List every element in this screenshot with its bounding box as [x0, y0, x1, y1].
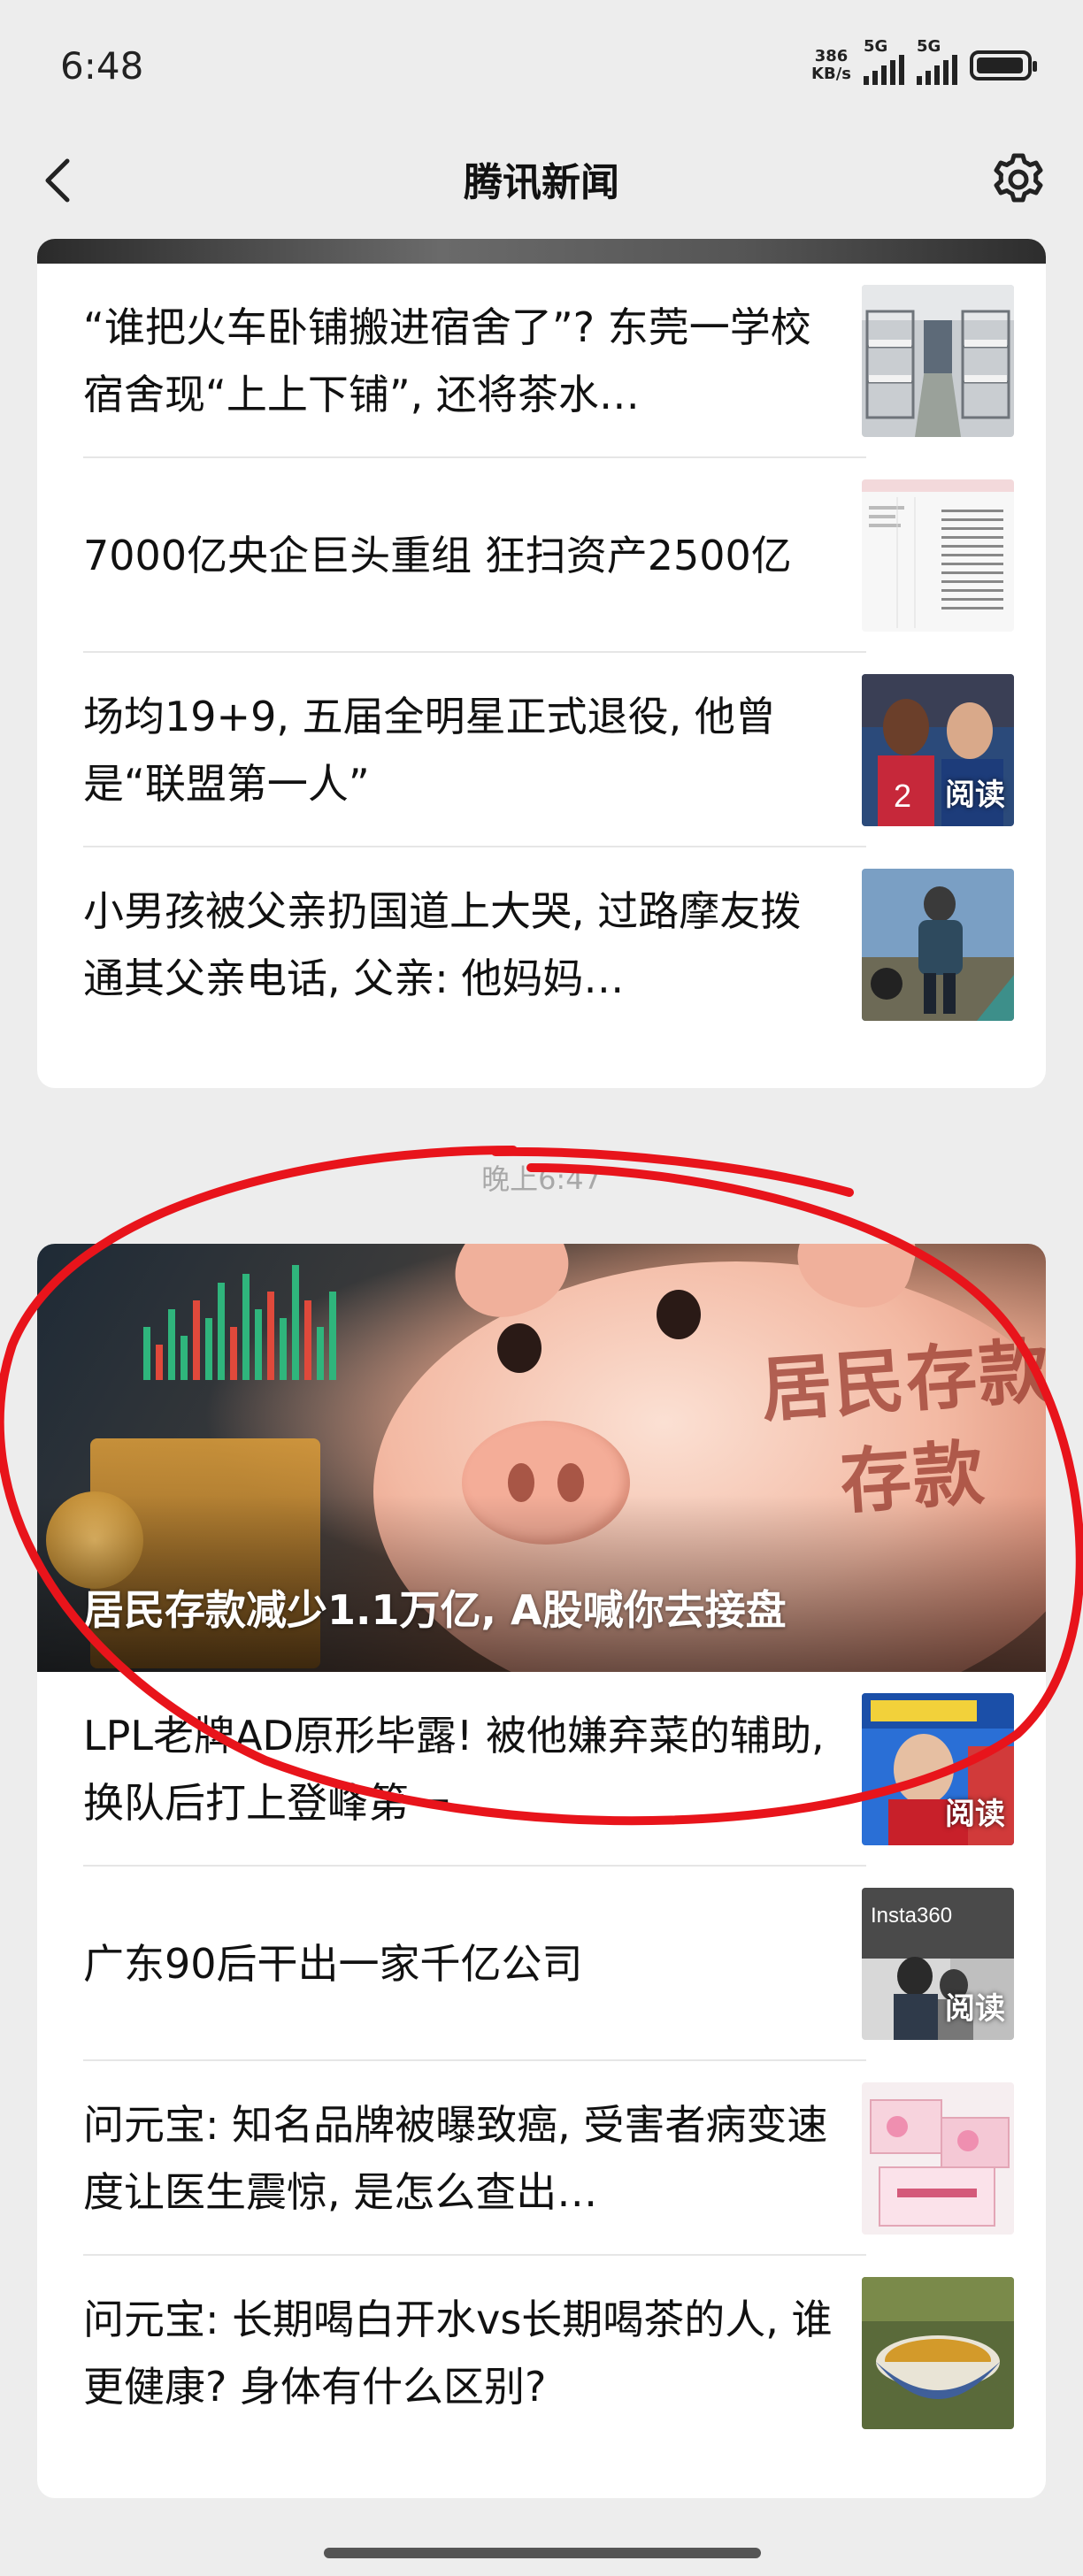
svg-text:2: 2	[894, 778, 911, 814]
pink-product-boxes-photo[interactable]	[862, 2082, 1014, 2235]
insta360-office-photo[interactable]: Insta360 阅读	[862, 1888, 1014, 2040]
tea-cup-photo[interactable]	[862, 2277, 1014, 2429]
news-title[interactable]: 问元宝: 知名品牌被曝致癌, 受害者病变速度让医生震惊, 是怎么查出…	[83, 2091, 835, 2226]
thumb-brand-text: Insta360	[871, 1904, 953, 1928]
page-title: 腾讯新闻	[464, 160, 619, 205]
financial-data-table-image[interactable]	[862, 479, 1014, 632]
signal-icon: 5G	[864, 37, 904, 85]
news-item[interactable]: “谁把火车卧铺搬进宿舍了”? 东莞一学校宿舍现“上上下铺”, 还将茶水…	[83, 264, 1046, 458]
roadside-boy-photo[interactable]	[862, 869, 1014, 1021]
news-item[interactable]: 广东90后干出一家千亿公司 Insta360 阅读	[83, 1867, 1046, 2061]
basketball-players-photo[interactable]: 2 阅读	[862, 674, 1014, 826]
status-icons: 386 KB/s 5G 5G	[811, 37, 1037, 85]
news-title[interactable]: 场均19+9, 五届全明星正式退役, 他曾是“联盟第一人”	[83, 683, 835, 817]
signal-icon: 5G	[917, 37, 957, 85]
news-title[interactable]: 小男孩被父亲扔国道上大哭, 过路摩友拨通其父亲电话, 父亲: 他妈妈…	[83, 878, 835, 1012]
previous-article-image[interactable]	[37, 239, 1046, 264]
news-item[interactable]: 7000亿央企巨头重组 狂扫资产2500亿	[83, 458, 1046, 653]
news-title[interactable]: 问元宝: 长期喝白开水vs长期喝茶的人, 谁更健康? 身体有什么区别?	[83, 2286, 835, 2420]
nav-bar: 腾讯新闻	[0, 133, 1083, 230]
net-speed-indicator: 386 KB/s	[811, 47, 851, 83]
news-item[interactable]: 问元宝: 知名品牌被曝致癌, 受害者病变速度让医生震惊, 是怎么查出…	[83, 2061, 1046, 2256]
battery-full-icon	[970, 50, 1037, 80]
status-bar: 6:48 386 KB/s 5G 5G	[0, 0, 1083, 133]
gear-icon[interactable]	[989, 150, 1048, 209]
hero-article[interactable]: 居民存款 存款 居民存款减少1.1万亿, A股喊你去接盘	[37, 1244, 1046, 1672]
esports-player-photo[interactable]: 阅读	[862, 1693, 1014, 1845]
news-item[interactable]: 问元宝: 长期喝白开水vs长期喝茶的人, 谁更健康? 身体有什么区别?	[83, 2256, 1046, 2450]
news-item[interactable]: 场均19+9, 五届全明星正式退役, 他曾是“联盟第一人” 2 阅读	[83, 653, 1046, 847]
read-label: 阅读	[945, 1797, 1005, 1832]
status-time: 6:48	[60, 44, 144, 88]
news-card: 居民存款 存款 居民存款减少1.1万亿, A股喊你去接盘 LPL老牌AD原形毕露…	[37, 1244, 1046, 2498]
news-card: “谁把火车卧铺搬进宿舍了”? 东莞一学校宿舍现“上上下铺”, 还将茶水… 700…	[37, 239, 1046, 1088]
group-timestamp: 晚上6:47	[481, 1162, 602, 1196]
read-label: 阅读	[945, 1991, 1005, 2027]
home-indicator[interactable]	[324, 2548, 761, 2558]
dorm-bunk-beds-photo[interactable]	[862, 285, 1014, 437]
news-title[interactable]: 7000亿央企巨头重组 狂扫资产2500亿	[83, 522, 835, 589]
news-item[interactable]: 小男孩被父亲扔国道上大哭, 过路摩友拨通其父亲电话, 父亲: 他妈妈…	[83, 847, 1046, 1042]
news-title[interactable]: LPL老牌AD原形毕露! 被他嫌弃菜的辅助, 换队后打上登峰第一	[83, 1702, 835, 1836]
hero-caption[interactable]: 居民存款减少1.1万亿, A股喊你去接盘	[83, 1578, 787, 1637]
news-item[interactable]: LPL老牌AD原形毕露! 被他嫌弃菜的辅助, 换队后打上登峰第一 阅读	[83, 1672, 1046, 1867]
news-title[interactable]: 广东90后干出一家千亿公司	[83, 1930, 835, 1997]
read-label: 阅读	[945, 778, 1005, 813]
news-title[interactable]: “谁把火车卧铺搬进宿舍了”? 东莞一学校宿舍现“上上下铺”, 还将茶水…	[83, 294, 835, 428]
